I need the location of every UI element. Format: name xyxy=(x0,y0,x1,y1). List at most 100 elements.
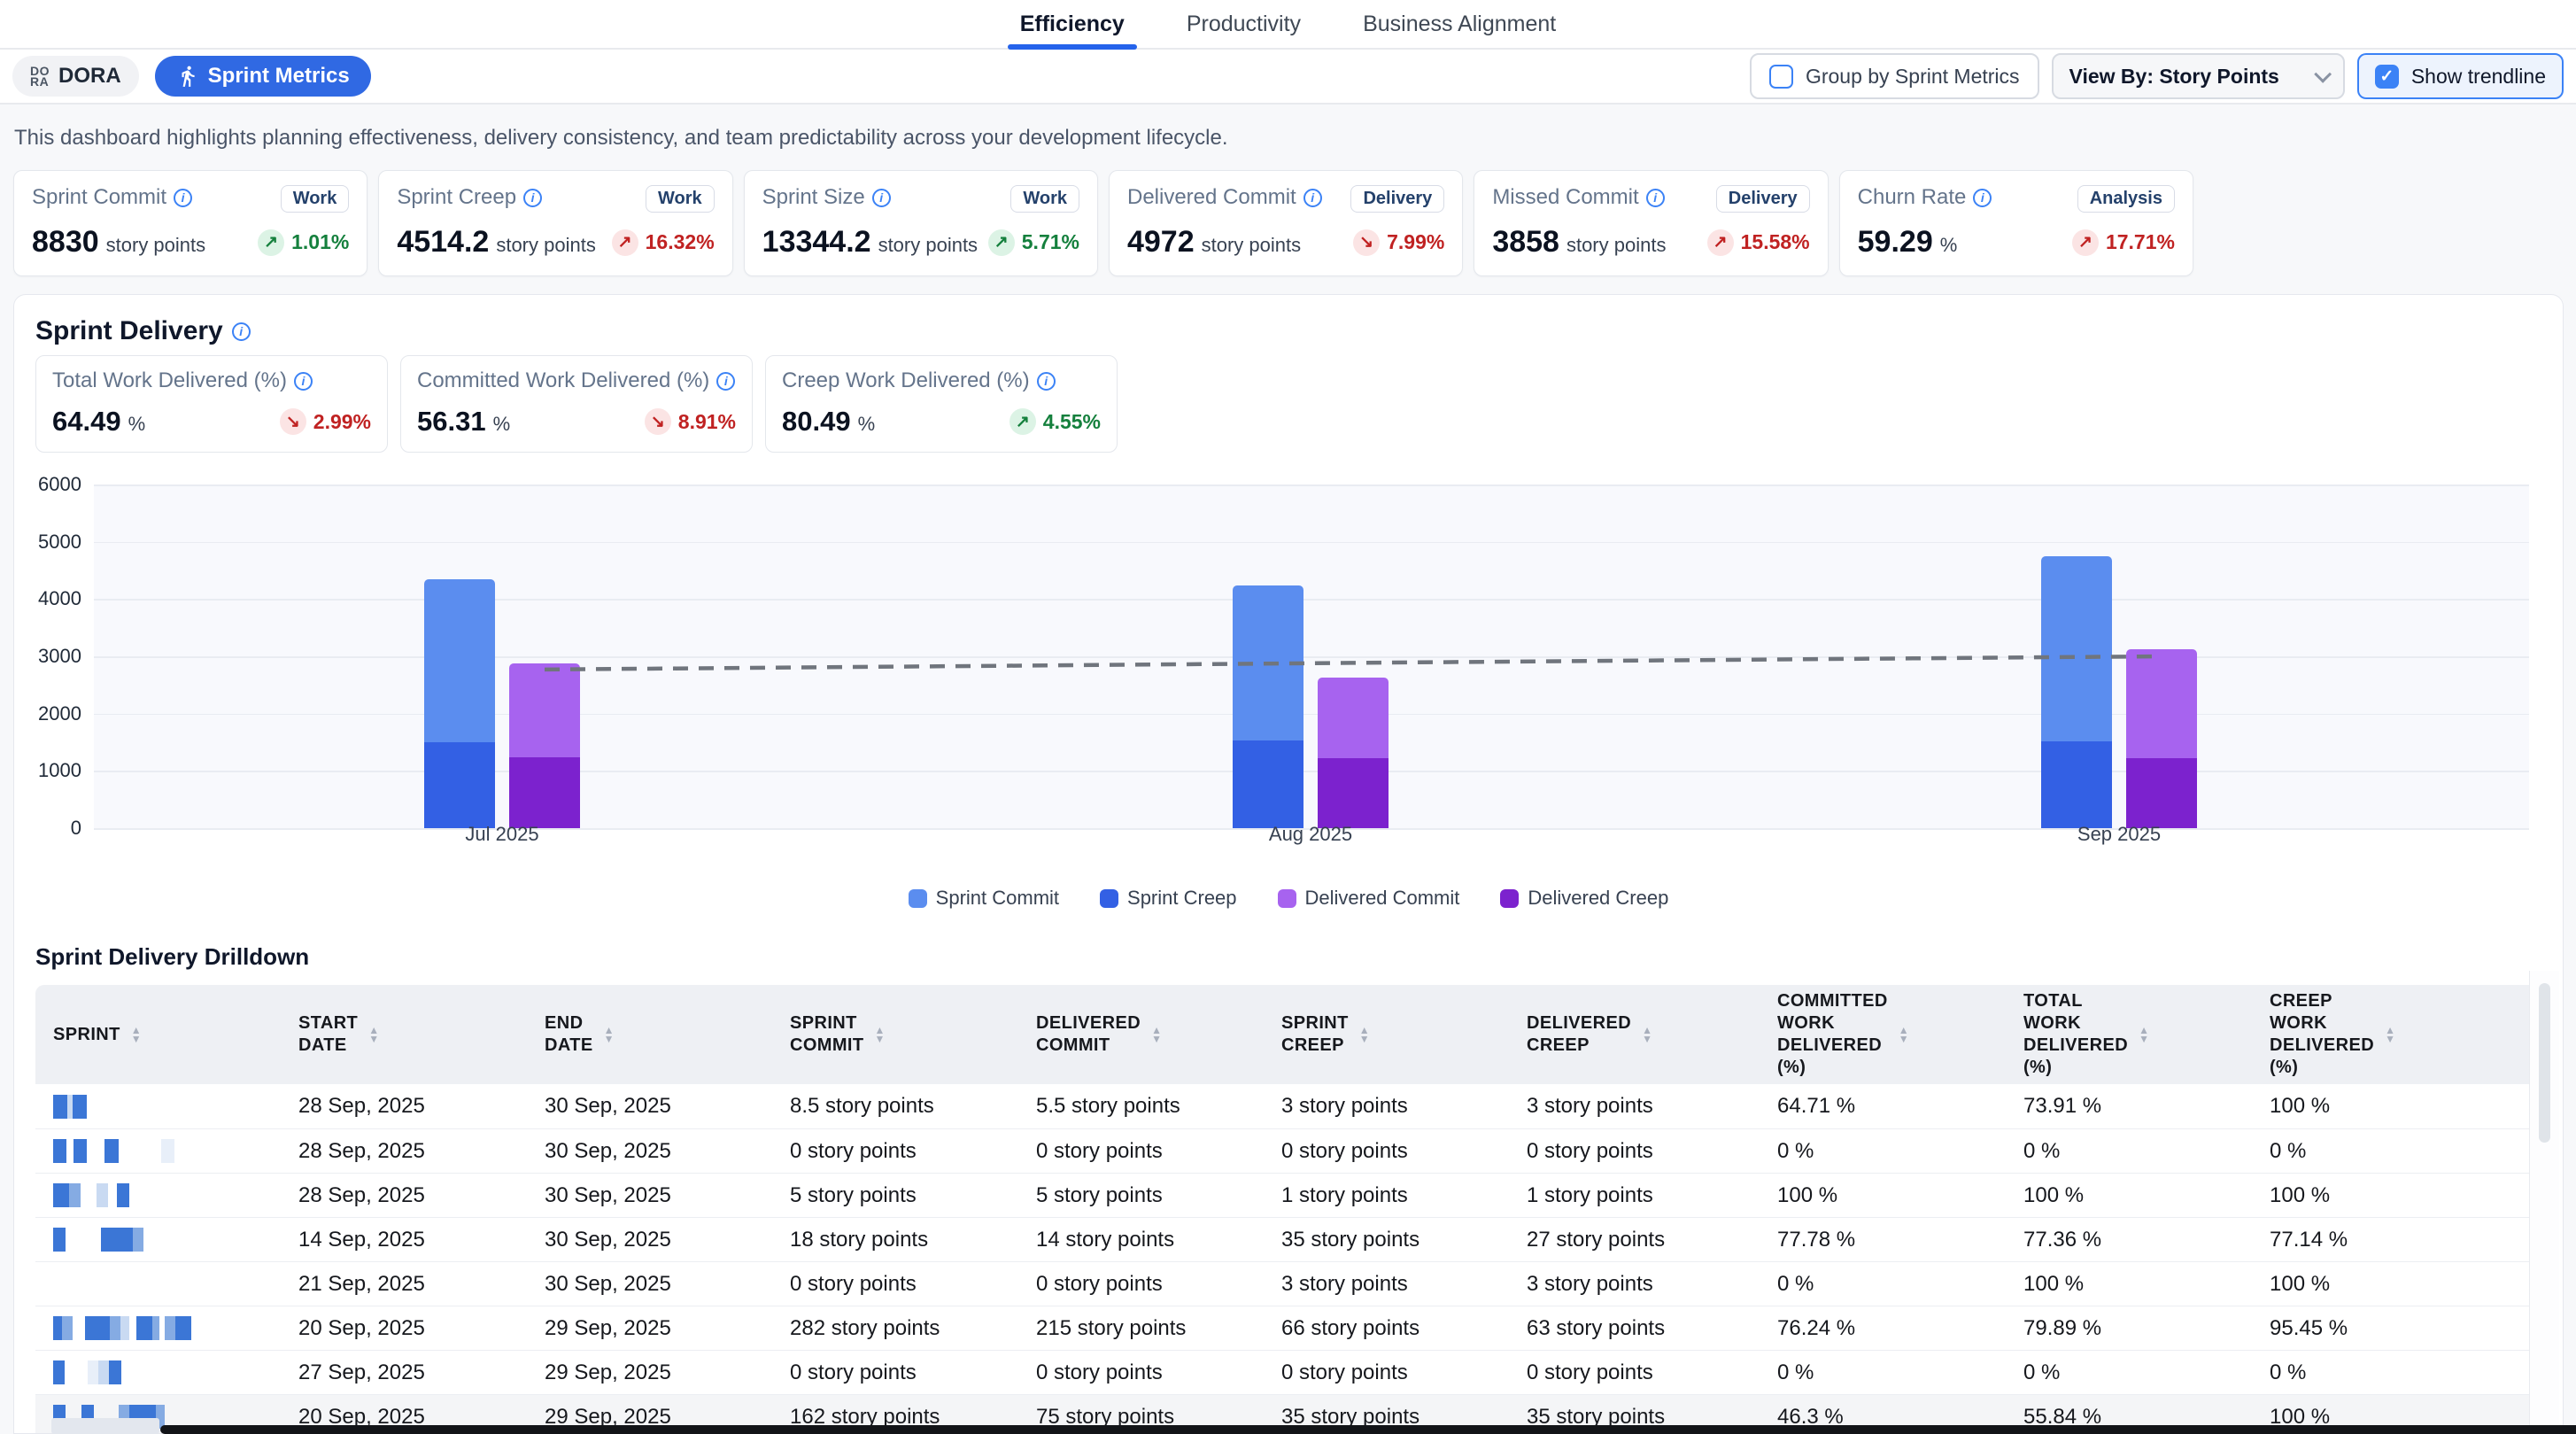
info-icon[interactable]: i xyxy=(1646,189,1665,207)
metric-trend: ↘7.99% xyxy=(1353,229,1444,256)
bar-sprint-creep[interactable] xyxy=(424,742,495,828)
cell-sprint-commit: 8.5 story points xyxy=(790,1094,1036,1119)
info-icon[interactable]: i xyxy=(872,189,891,207)
cell-creep-work-delivered: 95.45 % xyxy=(2270,1316,2543,1341)
sort-icon[interactable]: ▲▼ xyxy=(2385,1026,2395,1043)
cell-total-work-delivered: 100 % xyxy=(2023,1272,2270,1297)
subcard-value: 56.31% xyxy=(417,406,510,438)
info-icon[interactable]: i xyxy=(1037,372,1056,391)
sort-icon[interactable]: ▲▼ xyxy=(604,1026,615,1043)
sort-icon[interactable]: ▲▼ xyxy=(131,1026,142,1043)
table-scrollbar-thumb[interactable] xyxy=(2539,983,2550,1143)
legend-swatch-icon xyxy=(1500,889,1519,908)
column-header[interactable]: COMMITTEDWORKDELIVERED(%) ▲▼ xyxy=(1777,990,2023,1079)
group-by-toggle[interactable]: Group by Sprint Metrics xyxy=(1750,53,2039,99)
cell-total-work-delivered: 0 % xyxy=(2023,1139,2270,1164)
sort-icon[interactable]: ▲▼ xyxy=(1899,1026,1909,1043)
info-icon[interactable]: i xyxy=(1973,189,1992,207)
sort-icon[interactable]: ▲▼ xyxy=(875,1026,886,1043)
cell-total-work-delivered: 77.36 % xyxy=(2023,1228,2270,1252)
group-by-checkbox[interactable] xyxy=(1769,65,1793,89)
x-axis-label: Aug 2025 xyxy=(1222,823,1399,846)
cell-total-work-delivered: 0 % xyxy=(2023,1360,2270,1385)
trend-arrow-icon: ↗ xyxy=(612,229,638,256)
bar-sprint-creep[interactable] xyxy=(1233,740,1303,828)
column-header[interactable]: DELIVEREDCREEP ▲▼ xyxy=(1527,1012,1777,1057)
table-row[interactable]: 20 Sep, 2025 29 Sep, 2025 282 story poin… xyxy=(35,1306,2543,1350)
table-row[interactable]: 27 Sep, 2025 29 Sep, 2025 0 story points… xyxy=(35,1350,2543,1394)
bar-delivered-creep[interactable] xyxy=(509,757,580,828)
cell-committed-work-delivered: 100 % xyxy=(1777,1183,2023,1208)
tab-business-alignment[interactable]: Business Alignment xyxy=(1358,0,1561,48)
sort-icon[interactable]: ▲▼ xyxy=(368,1026,379,1043)
dora-button[interactable]: DORA DORA xyxy=(12,56,139,97)
view-by-dropdown[interactable]: View By: Story Points xyxy=(2052,53,2345,99)
column-header[interactable]: TOTALWORKDELIVERED(%) ▲▼ xyxy=(2023,990,2270,1079)
bar-delivered-creep[interactable] xyxy=(2126,758,2197,828)
info-icon[interactable]: i xyxy=(1303,189,1322,207)
trend-arrow-icon: ↗ xyxy=(988,229,1015,256)
metric-title: Sprint Creep i xyxy=(397,185,542,210)
column-header[interactable]: SPRINT ▲▼ xyxy=(35,1024,298,1046)
tab-productivity[interactable]: Productivity xyxy=(1181,0,1306,48)
table-vertical-scrollbar[interactable] xyxy=(2529,971,2559,1434)
column-header[interactable]: SPRINTCOMMIT ▲▼ xyxy=(790,1012,1036,1057)
table-header-row: SPRINT ▲▼ STARTDATE ▲▼ ENDDATE ▲▼ SPRINT… xyxy=(35,985,2543,1084)
metric-trend: ↗16.32% xyxy=(612,229,715,256)
y-axis-tick: 0 xyxy=(35,817,81,840)
sprint-metrics-button[interactable]: Sprint Metrics xyxy=(155,56,371,97)
show-trendline-toggle[interactable]: ✓ Show trendline xyxy=(2357,53,2564,99)
sort-icon[interactable]: ▲▼ xyxy=(1359,1026,1370,1043)
cell-end-date: 30 Sep, 2025 xyxy=(545,1228,790,1252)
sort-icon[interactable]: ▲▼ xyxy=(2139,1026,2149,1043)
metric-category-badge: Delivery xyxy=(1350,185,1444,213)
bar-sprint-commit[interactable] xyxy=(2041,556,2112,741)
table-row[interactable]: 21 Sep, 2025 30 Sep, 2025 0 story points… xyxy=(35,1261,2543,1306)
sprint-name-redacted xyxy=(35,1272,298,1296)
info-icon[interactable]: i xyxy=(232,322,251,341)
info-icon[interactable]: i xyxy=(716,372,735,391)
legend-item[interactable]: Delivered Creep xyxy=(1500,887,1668,910)
legend-item[interactable]: Delivered Commit xyxy=(1278,887,1460,910)
show-trendline-checkbox[interactable]: ✓ xyxy=(2375,65,2399,89)
column-header[interactable]: DELIVEREDCOMMIT ▲▼ xyxy=(1036,1012,1281,1057)
legend-item[interactable]: Sprint Creep xyxy=(1100,887,1237,910)
bar-delivered-commit[interactable] xyxy=(2126,649,2197,758)
sort-icon[interactable]: ▲▼ xyxy=(1642,1026,1652,1043)
column-header[interactable]: STARTDATE ▲▼ xyxy=(298,1012,545,1057)
cell-sprint-creep: 35 story points xyxy=(1281,1228,1527,1252)
bar-sprint-commit[interactable] xyxy=(1233,585,1303,740)
bar-sprint-commit[interactable] xyxy=(424,579,495,742)
legend-item[interactable]: Sprint Commit xyxy=(909,887,1059,910)
metric-trend: ↗15.58% xyxy=(1707,229,1810,256)
tab-efficiency[interactable]: Efficiency xyxy=(1015,0,1130,48)
bar-sprint-creep[interactable] xyxy=(2041,741,2112,828)
column-header[interactable]: CREEPWORKDELIVERED(%) ▲▼ xyxy=(2270,990,2543,1079)
cell-total-work-delivered: 79.89 % xyxy=(2023,1316,2270,1341)
trend-arrow-icon: ↗ xyxy=(1707,229,1734,256)
metric-value: 3858story points xyxy=(1492,225,1666,260)
column-header[interactable]: SPRINTCREEP ▲▼ xyxy=(1281,1012,1527,1057)
info-icon[interactable]: i xyxy=(294,372,313,391)
x-axis-label: Sep 2025 xyxy=(2031,823,2208,846)
column-header[interactable]: ENDDATE ▲▼ xyxy=(545,1012,790,1057)
metric-category-badge: Work xyxy=(1010,185,1079,213)
info-icon[interactable]: i xyxy=(523,189,542,207)
bar-delivered-creep[interactable] xyxy=(1318,758,1389,828)
chart-plot-area xyxy=(94,484,2529,828)
metric-trend: ↗17.71% xyxy=(2072,229,2175,256)
metric-value: 4514.2story points xyxy=(397,225,596,260)
table-row[interactable]: 28 Sep, 2025 30 Sep, 2025 5 story points… xyxy=(35,1173,2543,1217)
table-row[interactable]: 28 Sep, 2025 30 Sep, 2025 8.5 story poin… xyxy=(35,1084,2543,1128)
cell-delivered-creep: 3 story points xyxy=(1527,1272,1777,1297)
sort-icon[interactable]: ▲▼ xyxy=(1151,1026,1162,1043)
horizontal-scrollbar[interactable] xyxy=(160,1425,2576,1434)
cell-sprint-commit: 0 story points xyxy=(790,1139,1036,1164)
info-icon[interactable]: i xyxy=(174,189,192,207)
bar-delivered-commit[interactable] xyxy=(1318,678,1389,758)
cell-committed-work-delivered: 76.24 % xyxy=(1777,1316,2023,1341)
subcard-trend: ↘2.99% xyxy=(280,408,371,435)
table-row[interactable]: 28 Sep, 2025 30 Sep, 2025 0 story points… xyxy=(35,1128,2543,1173)
bar-delivered-commit[interactable] xyxy=(509,663,580,758)
table-row[interactable]: 14 Sep, 2025 30 Sep, 2025 18 story point… xyxy=(35,1217,2543,1261)
